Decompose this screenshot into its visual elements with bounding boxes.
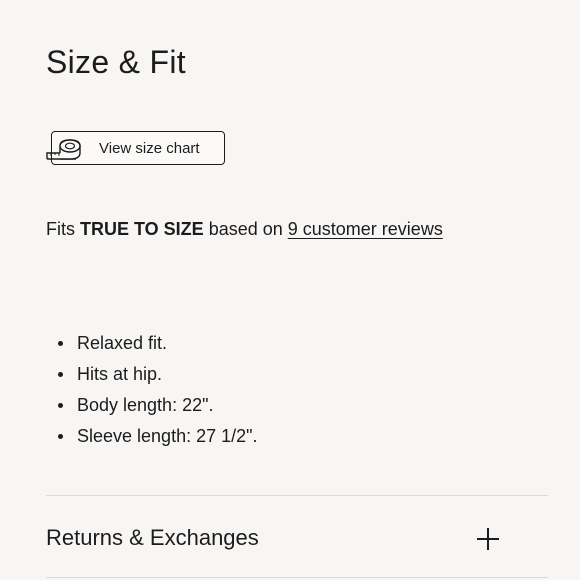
fit-middle: based on bbox=[203, 219, 288, 239]
list-item: Body length: 22". bbox=[46, 394, 258, 416]
bullet-icon bbox=[58, 341, 63, 346]
returns-exchanges-accordion[interactable]: Returns & Exchanges bbox=[46, 496, 548, 576]
bullet-icon bbox=[58, 403, 63, 408]
fit-prefix: Fits bbox=[46, 219, 80, 239]
view-size-chart-label: View size chart bbox=[99, 140, 200, 157]
customer-reviews-link[interactable]: 9 customer reviews bbox=[288, 219, 443, 239]
list-item-text: Hits at hip. bbox=[77, 364, 163, 384]
bullet-icon bbox=[58, 372, 63, 377]
divider bbox=[46, 577, 548, 578]
fit-rating: TRUE TO SIZE bbox=[80, 219, 204, 239]
fit-summary: Fits TRUE TO SIZE based on 9 customer re… bbox=[46, 218, 443, 240]
size-fit-panel: Size & Fit View size chart Fits TRUE TO … bbox=[0, 0, 580, 580]
accordion-label: Returns & Exchanges bbox=[46, 525, 259, 550]
list-item: Relaxed fit. bbox=[46, 332, 258, 354]
list-item-text: Relaxed fit. bbox=[77, 333, 168, 353]
section-title: Size & Fit bbox=[46, 44, 186, 80]
list-item: Sleeve length: 27 1/2". bbox=[46, 425, 258, 447]
view-size-chart-button[interactable]: View size chart bbox=[46, 131, 225, 165]
list-item-text: Body length: 22". bbox=[77, 395, 214, 415]
fit-details-list: Relaxed fit. Hits at hip. Body length: 2… bbox=[46, 332, 258, 456]
plus-icon[interactable] bbox=[475, 526, 501, 552]
list-item: Hits at hip. bbox=[46, 363, 258, 385]
measuring-tape-icon bbox=[46, 139, 81, 160]
bullet-icon bbox=[58, 434, 63, 439]
list-item-text: Sleeve length: 27 1/2". bbox=[77, 426, 258, 446]
